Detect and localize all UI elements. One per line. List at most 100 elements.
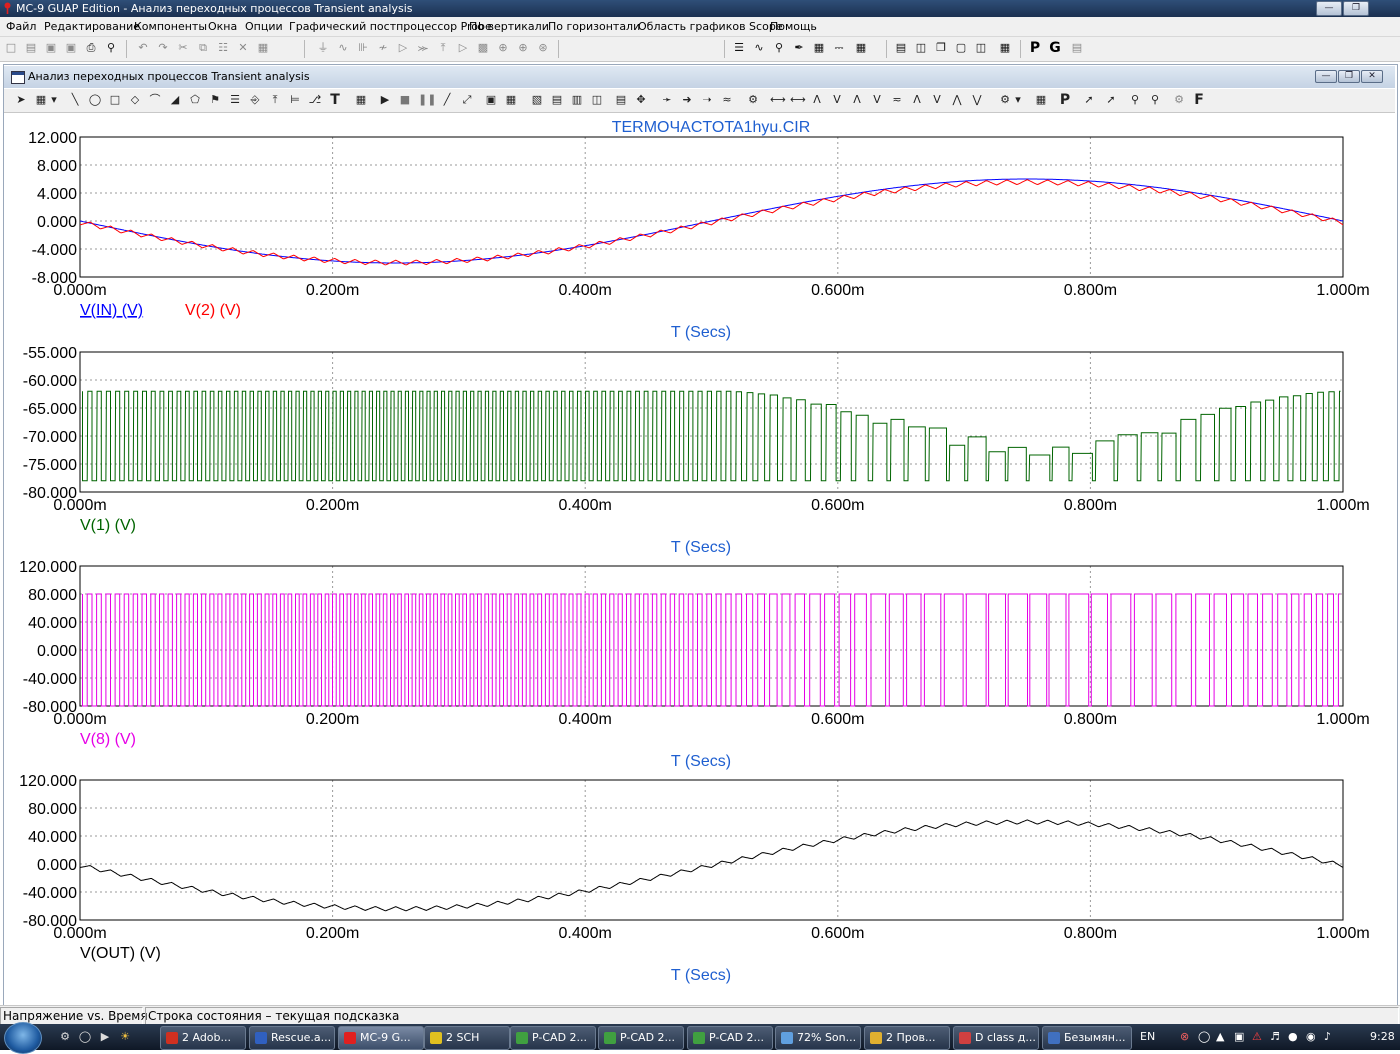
inflection-icon[interactable]: ≂ bbox=[890, 93, 904, 107]
baseline-icon[interactable]: ▤ bbox=[614, 93, 628, 107]
tokens-icon[interactable]: ✥ bbox=[634, 93, 648, 107]
current-source-icon[interactable]: ⊛ bbox=[536, 41, 550, 55]
sun-icon[interactable]: ☀ bbox=[118, 1030, 132, 1044]
select-tool-icon[interactable]: ▦ bbox=[34, 93, 48, 107]
probe-p-button[interactable]: P bbox=[1058, 93, 1072, 107]
low-icon[interactable]: V bbox=[870, 93, 884, 107]
resistor-icon[interactable]: ∿ bbox=[336, 41, 350, 55]
taskbar-button[interactable]: 72% Son... bbox=[775, 1026, 861, 1050]
line-tool-icon[interactable]: ╲ bbox=[68, 93, 82, 107]
global-high-icon[interactable]: Λ bbox=[910, 93, 924, 107]
grid-toggle-icon[interactable]: ▦ bbox=[812, 41, 826, 55]
grid-icon[interactable]: ▦ bbox=[504, 93, 518, 107]
child-close-button[interactable]: ✕ bbox=[1361, 70, 1383, 83]
opamp-icon[interactable]: ▷ bbox=[456, 41, 470, 55]
minimize-button[interactable]: — bbox=[1316, 1, 1342, 16]
child-minimize-button[interactable]: — bbox=[1315, 70, 1337, 83]
taskbar-button[interactable]: P-CAD 2... bbox=[598, 1026, 684, 1050]
run-icon[interactable]: ▶ bbox=[378, 93, 392, 107]
tray-network-icon[interactable]: ◯ bbox=[1198, 1024, 1210, 1050]
graph-icon[interactable]: ▦ bbox=[854, 41, 868, 55]
redo-icon[interactable]: ↷ bbox=[156, 41, 170, 55]
stop-icon[interactable]: ■ bbox=[398, 93, 412, 107]
properties-dialog-icon[interactable]: ▦ bbox=[354, 93, 368, 107]
wave-cursor-icon[interactable]: ≈ bbox=[720, 93, 734, 107]
major-grid-icon[interactable]: ▤ bbox=[550, 93, 564, 107]
new-file-icon[interactable]: □ bbox=[4, 41, 18, 55]
cursor-next-icon[interactable]: ➝ bbox=[700, 93, 714, 107]
scale-icon[interactable]: ⤢ bbox=[460, 93, 474, 107]
tile-vertical-icon[interactable]: ◫ bbox=[914, 41, 928, 55]
legend-entry[interactable]: V(1) (V) bbox=[80, 517, 136, 534]
legend-entry[interactable]: V(OUT) (V) bbox=[80, 945, 161, 962]
tag-icon[interactable]: ➚ bbox=[1104, 93, 1118, 107]
voltage-source-icon[interactable]: ⊕ bbox=[516, 41, 530, 55]
taskbar-button[interactable]: 2 Adob... bbox=[160, 1026, 246, 1050]
cursor-peak-icon[interactable]: ⟷ bbox=[770, 93, 786, 107]
taskbar-button[interactable]: P-CAD 2... bbox=[510, 1026, 596, 1050]
flag-tool-icon[interactable]: ⚑ bbox=[208, 93, 222, 107]
undo-icon[interactable]: ↶ bbox=[136, 41, 150, 55]
switch-icon[interactable]: ⤒ bbox=[436, 41, 450, 55]
font-button[interactable]: F bbox=[1192, 93, 1206, 107]
wire-tool-icon[interactable]: ⤒ bbox=[268, 93, 282, 107]
tray-security-icon[interactable]: ◉ bbox=[1306, 1024, 1316, 1050]
p-button[interactable]: P bbox=[1028, 41, 1042, 55]
component-list-icon[interactable]: ☰ bbox=[732, 41, 746, 55]
taskbar-button[interactable]: 2 SCH bbox=[424, 1026, 510, 1050]
tile-horizontal-icon[interactable]: ▤ bbox=[894, 41, 908, 55]
zoom-out-icon[interactable]: ⚲ bbox=[1148, 93, 1162, 107]
taskbar-button[interactable]: MC-9 G... bbox=[338, 1026, 424, 1050]
media-icon[interactable]: ▶ bbox=[98, 1030, 112, 1044]
diode-icon[interactable]: ▷ bbox=[396, 41, 410, 55]
bus-tool-icon[interactable]: ☰ bbox=[228, 93, 242, 107]
save-icon[interactable]: ▣ bbox=[44, 41, 58, 55]
source-icon[interactable]: ⊕ bbox=[496, 41, 510, 55]
chevron-down-icon[interactable]: ▾ bbox=[50, 93, 58, 107]
cascade-icon[interactable]: ❐ bbox=[934, 41, 948, 55]
label-tool-icon[interactable]: ⎇ bbox=[308, 93, 322, 107]
delete-icon[interactable]: ✕ bbox=[236, 41, 250, 55]
menu-horizontal[interactable]: По горизонтали bbox=[548, 17, 640, 36]
zoom-line-icon[interactable]: ╱ bbox=[440, 93, 454, 107]
pause-icon[interactable]: ❚❚ bbox=[418, 93, 436, 107]
show-values-icon[interactable]: ➚ bbox=[1082, 93, 1096, 107]
cursor-left-icon[interactable]: ➛ bbox=[660, 93, 674, 107]
valley-icon[interactable]: V bbox=[830, 93, 844, 107]
split-window-icon[interactable]: ◫ bbox=[974, 41, 988, 55]
menu-options[interactable]: Опции bbox=[245, 17, 283, 36]
maximize-button[interactable]: ❐ bbox=[1343, 1, 1369, 16]
start-button[interactable] bbox=[4, 1022, 42, 1054]
legend-entry[interactable]: V(2) (V) bbox=[185, 302, 241, 319]
legend-entry[interactable]: V(IN) (V) bbox=[80, 302, 143, 319]
menu-help[interactable]: Помощь bbox=[770, 17, 817, 36]
arc-tool-icon[interactable]: ⌒ bbox=[148, 93, 162, 107]
cursor-valley-icon[interactable]: ⟷ bbox=[790, 93, 806, 107]
language-indicator[interactable]: EN bbox=[1140, 1024, 1155, 1050]
properties-icon[interactable]: ▤ bbox=[1070, 41, 1084, 55]
capacitor-icon[interactable]: ⊪ bbox=[356, 41, 370, 55]
select-arrow-icon[interactable]: ➤ bbox=[14, 93, 28, 107]
window-icon[interactable]: ▢ bbox=[954, 41, 968, 55]
connector-tool-icon[interactable]: ⎆ bbox=[248, 93, 262, 107]
select-all-icon[interactable]: ▦ bbox=[256, 41, 270, 55]
vt-icon[interactable]: ⎓ bbox=[832, 41, 846, 55]
ellipse-tool-icon[interactable]: ◯ bbox=[88, 93, 102, 107]
frame-icon[interactable]: ▣ bbox=[484, 93, 498, 107]
legend-entry[interactable]: V(8) (V) bbox=[80, 731, 136, 748]
text-tool-button[interactable]: T bbox=[328, 93, 342, 107]
taskbar-button[interactable]: Безымян... bbox=[1042, 1026, 1132, 1050]
vertical-grid-icon[interactable]: ▥ bbox=[570, 93, 584, 107]
minor-grid-icon[interactable]: ▧ bbox=[530, 93, 544, 107]
ground-icon[interactable]: ⏚ bbox=[316, 41, 330, 55]
tray-display-icon[interactable]: ▣ bbox=[1234, 1024, 1244, 1050]
taskbar-button[interactable]: P-CAD 2... bbox=[687, 1026, 773, 1050]
clock[interactable]: 9:28 bbox=[1370, 1024, 1395, 1050]
bottom-icon[interactable]: ⋁ bbox=[970, 93, 984, 107]
quick-launch-icon[interactable]: ⚙ bbox=[58, 1030, 72, 1044]
battery-icon[interactable]: ▩ bbox=[476, 41, 490, 55]
menu-windows[interactable]: Окна bbox=[208, 17, 237, 36]
high-icon[interactable]: Λ bbox=[850, 93, 864, 107]
pie-tool-icon[interactable]: ◢ bbox=[168, 93, 182, 107]
cut-icon[interactable]: ✂ bbox=[176, 41, 190, 55]
